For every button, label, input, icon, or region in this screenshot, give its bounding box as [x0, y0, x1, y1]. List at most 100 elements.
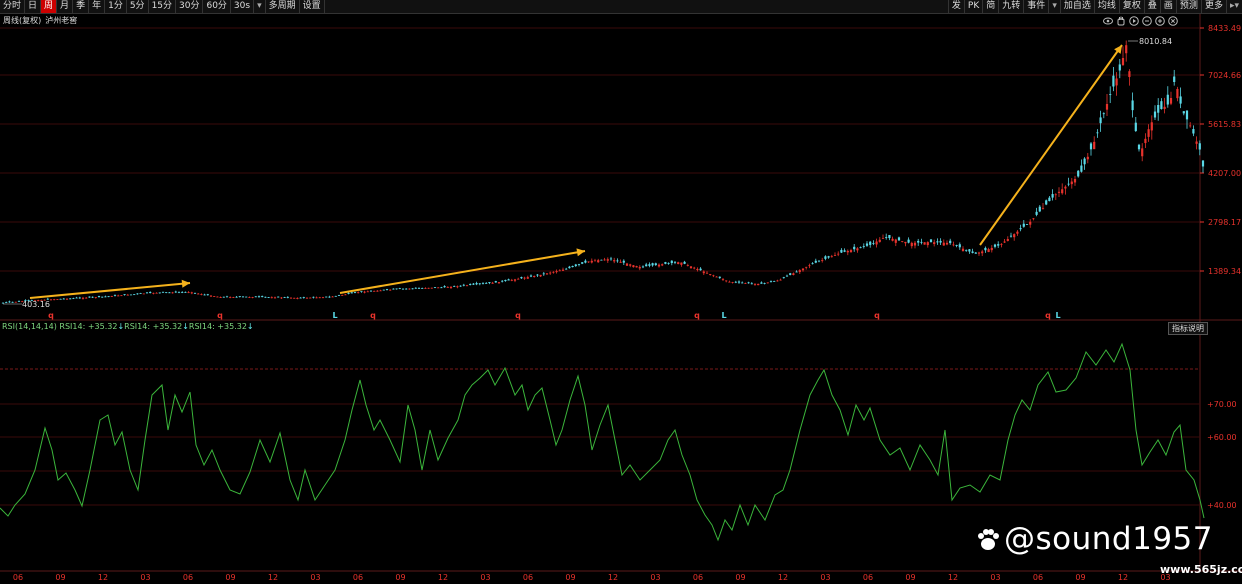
toolbar-button[interactable]: 叠 — [1143, 0, 1160, 13]
candle-body — [385, 289, 389, 290]
toolbar-button[interactable]: 画 — [1159, 0, 1176, 13]
candle-body — [257, 296, 261, 298]
tab-period[interactable]: 日 — [25, 0, 42, 13]
candle-body — [209, 295, 213, 297]
toolbar-button[interactable]: 加自选 — [1059, 0, 1094, 13]
candle-body — [1137, 144, 1141, 150]
candle-body — [331, 296, 334, 298]
eye-icon[interactable] — [1102, 15, 1113, 26]
candle-body — [549, 272, 552, 274]
candle-body — [510, 279, 513, 281]
candle-body — [715, 276, 718, 278]
candle-body — [709, 274, 712, 275]
rsi-legend-item: RSI14: +35.32 — [59, 322, 118, 331]
candle-body — [312, 296, 315, 298]
time-axis-label: 03 — [650, 573, 660, 582]
candle-body — [766, 282, 769, 284]
tab-period[interactable]: 年 — [89, 0, 106, 13]
candle-body — [526, 277, 529, 279]
candle-body — [728, 281, 731, 283]
candle-body — [872, 243, 875, 244]
chart-title: 周线(复权) 泸州老窖 — [3, 15, 77, 26]
high-price-label: 8010.84 — [1139, 37, 1172, 46]
tab-period[interactable]: 多周期 — [266, 0, 300, 13]
tab-period[interactable]: 分时 — [0, 0, 26, 13]
dropdown-arrow-icon[interactable]: ▾ — [254, 0, 266, 13]
tab-period[interactable]: 设置 — [300, 0, 325, 13]
candle-body — [1013, 234, 1016, 238]
tab-period[interactable]: 60分 — [203, 0, 231, 13]
toolbar-button[interactable]: 九转 — [998, 0, 1023, 13]
candle-body — [1176, 88, 1179, 99]
tab-period[interactable]: 季 — [73, 0, 90, 13]
candle-body — [1102, 113, 1105, 115]
candle-body — [811, 263, 814, 265]
candle-body — [894, 239, 897, 243]
candle-body — [1083, 158, 1086, 165]
toolbar-button[interactable]: 预测 — [1175, 0, 1201, 13]
candle-body — [597, 260, 600, 263]
candle-body — [907, 239, 910, 243]
candle-body — [360, 291, 363, 293]
toolbar-button[interactable]: 事件 — [1023, 0, 1048, 13]
hand-icon[interactable] — [1115, 15, 1126, 26]
candle-body — [1016, 231, 1019, 234]
candle-body — [165, 292, 168, 294]
zoom-in-icon[interactable] — [1154, 15, 1165, 26]
candle-body — [865, 243, 869, 246]
candle-body — [689, 266, 693, 269]
candle-body — [187, 292, 190, 293]
candle-body — [369, 290, 373, 292]
candle-body — [558, 270, 561, 272]
tab-period[interactable]: 15分 — [149, 0, 177, 13]
toolbar-button[interactable]: 发 — [947, 0, 964, 13]
time-axis-label: 12 — [438, 573, 448, 582]
indicator-explain-button[interactable]: 指标说明 — [1168, 322, 1208, 335]
toolbar-button[interactable]: 均线 — [1093, 0, 1119, 13]
toolbar-button[interactable]: 复权 — [1118, 0, 1144, 13]
candle-body — [417, 288, 421, 289]
candle-body — [462, 284, 465, 286]
candle-body — [494, 281, 497, 283]
candle-body — [917, 240, 920, 243]
tab-period[interactable]: 5分 — [127, 0, 149, 13]
candle-body — [673, 261, 677, 263]
candle-body — [821, 260, 824, 261]
tab-period[interactable]: 月 — [57, 0, 74, 13]
candle-body — [414, 287, 417, 289]
candle-body — [62, 298, 65, 300]
candle-body — [190, 292, 193, 294]
candle-body — [545, 273, 549, 275]
candle-body — [328, 296, 331, 298]
candle-body — [536, 274, 539, 276]
toolbar-button[interactable]: 简 — [982, 0, 998, 13]
candle-body — [277, 296, 280, 298]
candle-body — [401, 288, 405, 290]
play-icon[interactable] — [1128, 15, 1139, 26]
trend-arrow-line — [339, 250, 586, 294]
candle-body — [747, 282, 750, 284]
candle-body — [1080, 165, 1083, 172]
toolbar-button[interactable]: 更多 — [1200, 0, 1226, 13]
candle-body — [446, 287, 449, 288]
dropdown-arrow-icon[interactable]: ▾ — [1048, 0, 1060, 13]
candle-body — [600, 259, 603, 261]
candle-body — [1057, 191, 1061, 193]
close-icon[interactable] — [1167, 15, 1178, 26]
tab-period[interactable]: 30s — [231, 0, 255, 13]
candle-body — [177, 292, 181, 294]
kline-chart-area[interactable]: 8433.49 7024.66 5615.83 4207.00 2798.17 1389.… — [0, 0, 1242, 584]
candle-body — [1105, 104, 1109, 110]
tab-period[interactable]: 周 — [41, 0, 58, 13]
zoom-out-icon[interactable] — [1141, 15, 1152, 26]
candle-body — [453, 285, 456, 287]
candle-body — [805, 266, 808, 268]
candle-body — [929, 239, 933, 243]
tab-period[interactable]: 30分 — [176, 0, 204, 13]
scroll-arrows-icon[interactable]: ▸▾ — [1225, 0, 1242, 13]
tab-period[interactable]: 1分 — [105, 0, 127, 13]
toolbar-button[interactable]: PK — [963, 0, 982, 13]
candle-body — [997, 244, 1000, 246]
candle-body — [142, 293, 145, 295]
candle-body — [1179, 96, 1182, 104]
